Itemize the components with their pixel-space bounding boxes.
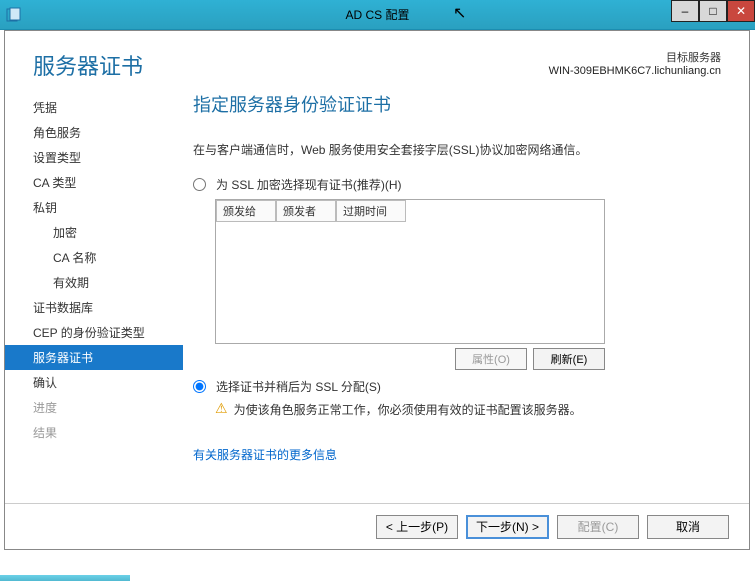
- wizard-sidebar: 凭据 角色服务 设置类型 CA 类型 私钥 加密 CA 名称 有效期 证书数据库…: [5, 91, 183, 486]
- cert-col-issued-to[interactable]: 颁发给: [216, 200, 276, 222]
- sidebar-item-cep-auth[interactable]: CEP 的身份验证类型: [5, 320, 183, 345]
- sidebar-item-role-services[interactable]: 角色服务: [5, 120, 183, 145]
- sidebar-item-setup-type[interactable]: 设置类型: [5, 145, 183, 170]
- target-server-label: 目标服务器: [549, 49, 721, 65]
- sidebar-item-private-key[interactable]: 私钥: [5, 195, 183, 220]
- cert-list-header: 颁发给 颁发者 过期时间: [216, 200, 604, 222]
- warning-row: ⚠ 为使该角色服务正常工作，你必须使用有效的证书配置该服务器。: [215, 401, 719, 418]
- more-info-link[interactable]: 有关服务器证书的更多信息: [193, 446, 337, 463]
- warning-icon: ⚠: [215, 401, 228, 415]
- cancel-button[interactable]: 取消: [647, 515, 729, 539]
- sidebar-item-server-cert[interactable]: 服务器证书: [5, 345, 183, 370]
- radio-assign-later[interactable]: 选择证书并稍后为 SSL 分配(S): [193, 378, 719, 395]
- radio-use-existing-label: 为 SSL 加密选择现有证书(推荐)(H): [216, 176, 402, 193]
- sidebar-item-results: 结果: [5, 420, 183, 445]
- content-description: 在与客户端通信时，Web 服务使用安全套接字层(SSL)协议加密网络通信。: [193, 141, 719, 158]
- properties-button: 属性(O): [455, 348, 527, 370]
- configure-button: 配置(C): [557, 515, 639, 539]
- sidebar-item-confirm[interactable]: 确认: [5, 370, 183, 395]
- radio-use-existing-input[interactable]: [193, 178, 206, 191]
- sidebar-item-ca-type[interactable]: CA 类型: [5, 170, 183, 195]
- dialog-header: 服务器证书 目标服务器 WIN-309EBHMK6C7.lichunliang.…: [5, 31, 749, 91]
- app-icon: [0, 7, 26, 23]
- window-title: AD CS 配置: [345, 6, 409, 23]
- radio-use-existing-cert[interactable]: 为 SSL 加密选择现有证书(推荐)(H): [193, 176, 719, 193]
- sidebar-item-cryptography[interactable]: 加密: [5, 220, 183, 245]
- content-heading: 指定服务器身份验证证书: [193, 91, 719, 117]
- maximize-button[interactable]: □: [699, 0, 727, 22]
- radio-assign-later-label: 选择证书并稍后为 SSL 分配(S): [216, 378, 381, 395]
- window-controls: ‒ □ ✕: [671, 0, 755, 22]
- cursor-icon: ↖: [453, 3, 466, 23]
- sidebar-item-cert-database[interactable]: 证书数据库: [5, 295, 183, 320]
- cert-list-box[interactable]: 颁发给 颁发者 过期时间: [215, 199, 605, 344]
- close-button[interactable]: ✕: [727, 0, 755, 22]
- cert-col-expiry[interactable]: 过期时间: [336, 200, 406, 222]
- sidebar-item-ca-name[interactable]: CA 名称: [5, 245, 183, 270]
- next-button[interactable]: 下一步(N) >: [466, 515, 549, 539]
- window-titlebar: AD CS 配置 ↖ ‒ □ ✕: [0, 0, 755, 30]
- previous-button[interactable]: < 上一步(P): [376, 515, 458, 539]
- minimize-button[interactable]: ‒: [671, 0, 699, 22]
- dialog-window: 服务器证书 目标服务器 WIN-309EBHMK6C7.lichunliang.…: [4, 30, 750, 550]
- content-panel: 指定服务器身份验证证书 在与客户端通信时，Web 服务使用安全套接字层(SSL)…: [183, 91, 749, 486]
- sidebar-item-progress: 进度: [5, 395, 183, 420]
- radio-assign-later-input[interactable]: [193, 380, 206, 393]
- target-server-info: 目标服务器 WIN-309EBHMK6C7.lichunliang.cn: [549, 49, 721, 81]
- page-title: 服务器证书: [33, 49, 143, 81]
- refresh-button[interactable]: 刷新(E): [533, 348, 605, 370]
- wizard-footer: < 上一步(P) 下一步(N) > 配置(C) 取消: [5, 503, 749, 549]
- target-server-host: WIN-309EBHMK6C7.lichunliang.cn: [549, 65, 721, 77]
- sidebar-item-credentials[interactable]: 凭据: [5, 95, 183, 120]
- cert-col-issued-by[interactable]: 颁发者: [276, 200, 336, 222]
- warning-text: 为使该角色服务正常工作，你必须使用有效的证书配置该服务器。: [234, 401, 582, 418]
- taskbar-edge: [0, 575, 130, 581]
- sidebar-item-validity[interactable]: 有效期: [5, 270, 183, 295]
